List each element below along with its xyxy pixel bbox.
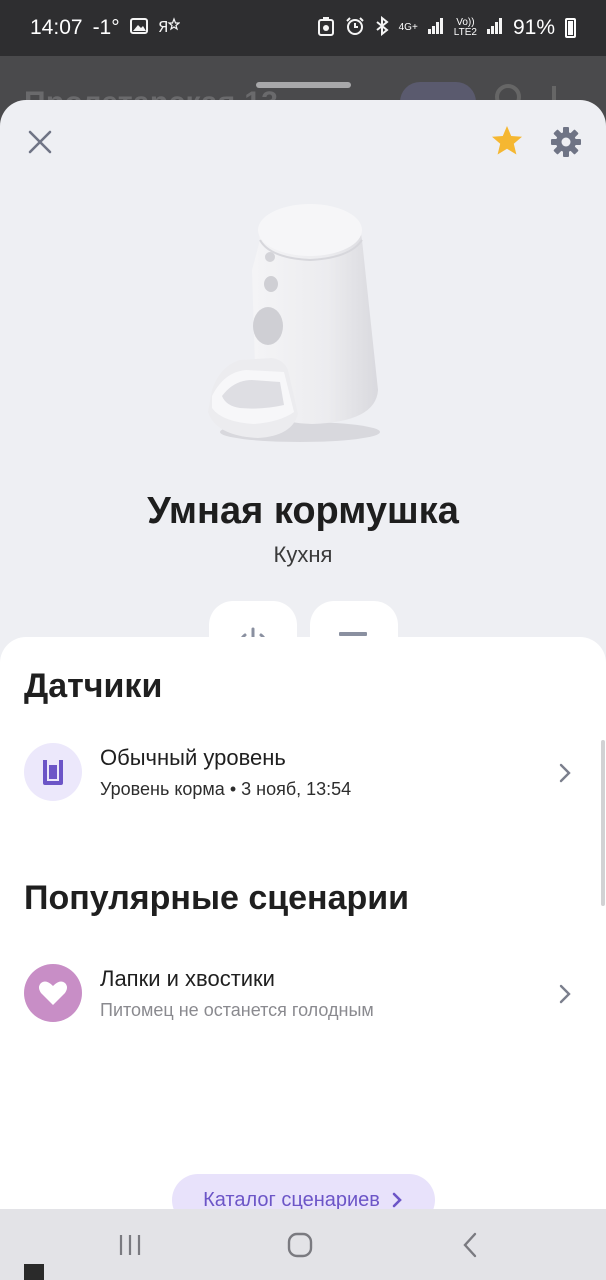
- settings-button[interactable]: [550, 126, 582, 158]
- sheet-grabber[interactable]: [256, 82, 351, 88]
- chevron-right-icon: [559, 984, 571, 1004]
- bluetooth-icon: [375, 15, 389, 41]
- next-section-peek: [24, 1264, 44, 1280]
- sensor-row-food-level[interactable]: Обычный уровень Уровень корма • 3 нояб, …: [0, 739, 606, 809]
- close-icon: [28, 130, 52, 154]
- alarm-icon: [345, 16, 365, 41]
- recycle-icon: [317, 16, 335, 41]
- back-icon: [463, 1232, 477, 1258]
- sensor-row-subtitle: Уровень корма • 3 нояб, 13:54: [100, 779, 352, 799]
- close-button[interactable]: [26, 128, 54, 156]
- signal-icon: [427, 17, 444, 39]
- scenario-icon-wrap: [24, 964, 82, 1022]
- status-bar: 14:07 -1° Я 4G+ Vo)) LTE2 91%: [0, 0, 606, 56]
- sensor-row-title: Обычный уровень: [100, 745, 286, 770]
- chevron-right-icon: [392, 1192, 402, 1208]
- sensors-title: Датчики: [24, 667, 163, 705]
- home-button[interactable]: [280, 1229, 320, 1261]
- gear-icon: [551, 127, 581, 157]
- battery-percent: 91%: [512, 16, 555, 39]
- heart-icon: [39, 981, 67, 1005]
- device-room: Кухня: [273, 542, 333, 567]
- clock: 14:07: [30, 16, 83, 39]
- device-image: [200, 200, 390, 450]
- svg-text:Я: Я: [158, 18, 168, 35]
- volte-bottom: LTE2: [453, 27, 477, 38]
- scenario-row-title: Лапки и хвостики: [100, 966, 275, 991]
- status-bar-left: 14:07 -1° Я: [30, 16, 181, 40]
- volte-indicator: Vo)) LTE2: [454, 18, 477, 38]
- battery-icon: [565, 18, 576, 38]
- gallery-icon: [129, 17, 148, 39]
- food-level-icon: [43, 760, 63, 785]
- sections-panel: Датчики Обычный уровень Уровень корма • …: [0, 637, 606, 1237]
- recent-apps-button[interactable]: [110, 1229, 150, 1261]
- temperature: -1°: [92, 16, 120, 39]
- chevron-right-icon: [559, 763, 571, 783]
- device-name: Умная кормушка: [147, 490, 459, 532]
- scenario-row-subtitle: Питомец не останется голодным: [100, 1000, 374, 1020]
- scenario-row-paws-tails[interactable]: Лапки и хвостики Питомец не останется го…: [0, 960, 606, 1030]
- scrollbar[interactable]: [601, 740, 605, 906]
- yandex-star-icon: Я: [158, 16, 181, 40]
- recent-apps-icon: [119, 1235, 141, 1255]
- sensor-icon-wrap: [24, 743, 82, 801]
- network-type: 4G+: [398, 22, 418, 33]
- system-nav-bar: [0, 1209, 606, 1280]
- signal-icon-2: [486, 17, 503, 39]
- status-bar-right: 4G+ Vo)) LTE2 91%: [317, 15, 576, 41]
- home-icon: [287, 1232, 313, 1258]
- star-icon: [492, 126, 522, 155]
- scenarios-title: Популярные сценарии: [24, 879, 410, 917]
- back-button[interactable]: [450, 1229, 490, 1261]
- favorite-button[interactable]: [490, 124, 524, 158]
